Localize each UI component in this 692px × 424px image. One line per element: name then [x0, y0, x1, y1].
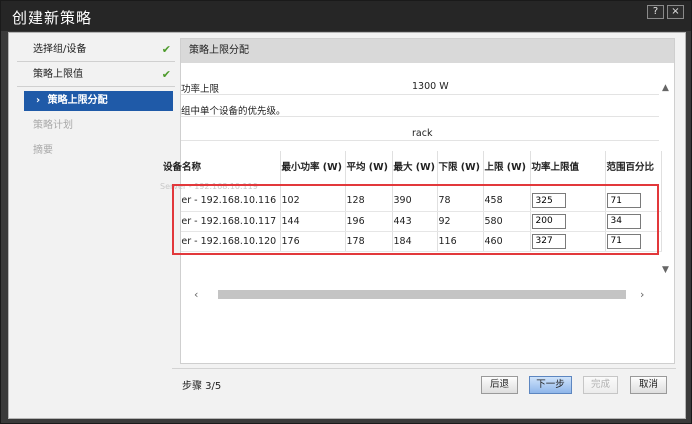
close-button[interactable]: ×	[667, 5, 684, 19]
column-header: 下限 (W)	[437, 151, 484, 181]
column-header: 设备名称	[163, 151, 281, 181]
column-header: 上限 (W)	[483, 151, 531, 181]
sidebar-item-summary: 摘要	[17, 139, 175, 163]
help-button[interactable]: ?	[647, 5, 664, 19]
scrollbar-thumb[interactable]	[218, 290, 626, 299]
back-button[interactable]: 后退	[481, 376, 518, 394]
sidebar-item-label: 策略计划	[33, 120, 73, 131]
divider	[181, 94, 659, 95]
rack-value: rack	[412, 128, 433, 139]
checkmark-icon: ✔	[161, 68, 171, 81]
divider	[181, 116, 659, 117]
section-title: 策略上限分配	[181, 39, 674, 63]
sidebar-item-select-group[interactable]: 选择组/设备 ✔	[17, 38, 175, 62]
horizontal-scrollbar[interactable]: ‹ ›	[190, 288, 650, 302]
sidebar-item-policy-cap[interactable]: 策略上限值 ✔	[17, 63, 175, 87]
chevron-right-icon: ›	[36, 95, 41, 106]
step-indicator: 步骤 3/5	[182, 381, 222, 392]
highlight-box	[172, 184, 659, 255]
next-button[interactable]: 下一步	[529, 376, 572, 394]
sidebar-item-label: 策略上限分配	[47, 95, 108, 106]
sidebar-item-policy-schedule: 策略计划	[17, 114, 175, 138]
sidebar-item-label: 摘要	[33, 145, 53, 156]
wizard-steps-sidebar: 选择组/设备 ✔ 策略上限值 ✔ › 策略上限分配 策略计划 摘要	[17, 38, 175, 378]
title-bar: 创建新策略 ? ×	[1, 1, 691, 31]
scroll-left-icon[interactable]: ‹	[194, 288, 198, 301]
scroll-up-icon[interactable]: ▲	[662, 83, 669, 93]
sidebar-item-label: 选择组/设备	[33, 44, 87, 55]
sidebar-item-label: 策略上限值	[33, 69, 83, 80]
table-header-row: 设备名称 最小功率 (W) 平均 (W) 最大 (W) 下限 (W) 上限 (W…	[163, 151, 662, 181]
dialog-title: 创建新策略	[12, 9, 93, 27]
column-header: 最小功率 (W)	[280, 151, 346, 181]
scroll-down-icon[interactable]: ▼	[662, 265, 669, 275]
checkmark-icon: ✔	[161, 43, 171, 56]
column-header: 平均 (W)	[345, 151, 393, 181]
column-header: 范围百分比	[605, 151, 662, 181]
cancel-button[interactable]: 取消	[630, 376, 667, 394]
priority-label: 组中单个设备的优先级。	[181, 106, 286, 117]
column-header: 功率上限值	[530, 151, 606, 181]
column-header: 最大 (W)	[392, 151, 438, 181]
finish-button: 完成	[583, 376, 618, 394]
divider	[181, 140, 659, 141]
power-cap-value: 1300 W	[412, 81, 449, 92]
sidebar-item-cap-allocation[interactable]: › 策略上限分配	[24, 91, 173, 111]
scroll-right-icon[interactable]: ›	[640, 288, 644, 301]
divider	[172, 368, 676, 369]
power-cap-label: 功率上限	[181, 84, 220, 95]
